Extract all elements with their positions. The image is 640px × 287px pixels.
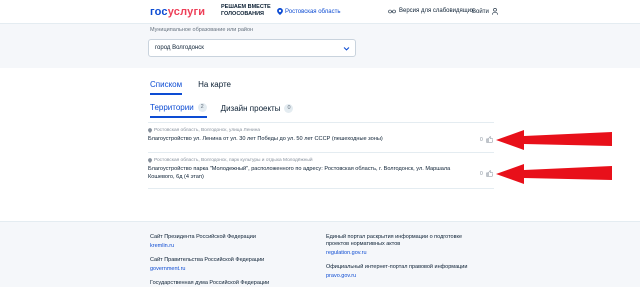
tab-design-projects-label: Дизайн проекты — [220, 104, 281, 113]
tab-territories[interactable]: Территории 2 — [150, 103, 207, 118]
chevron-down-icon — [343, 47, 350, 51]
like-button[interactable]: 0 — [480, 170, 493, 177]
item-location: Ростовская область, Волгодонск, парк кул… — [148, 158, 494, 163]
like-count: 0 — [480, 136, 483, 143]
divider — [148, 152, 494, 153]
item-location-text: Ростовская область, Волгодонск, парк кул… — [154, 158, 313, 163]
municipality-filter-label: Муниципальное образование или район — [150, 27, 254, 33]
slogan-line-2: Голосования — [221, 11, 264, 17]
footer-column-left: Сайт Президента Российской Федерации kre… — [150, 234, 300, 287]
item-location-text: Ростовская область, Волгодонск, улица Ле… — [154, 128, 261, 133]
location-pin-icon — [148, 128, 152, 133]
tab-design-projects-count: 0 — [284, 104, 294, 113]
footer-link[interactable]: kremlin.ru — [150, 243, 300, 250]
login-label: Войти — [472, 8, 489, 15]
top-bar: госуслуги Решаем вместе Голосования Рост… — [0, 0, 640, 24]
municipality-select-value: город Волгодонск — [155, 45, 204, 51]
footer: Сайт Президента Российской Федерации kre… — [0, 221, 640, 287]
like-count: 0 — [480, 170, 483, 177]
tab-design-projects[interactable]: Дизайн проекты 0 — [221, 103, 294, 118]
login-button[interactable]: Войти — [472, 8, 498, 15]
tab-territories-count: 2 — [197, 103, 207, 112]
footer-text: Государственная дума Российской Федераци… — [150, 280, 270, 286]
category-tabs: Территории 2 Дизайн проекты 0 — [150, 103, 294, 118]
footer-text: Единый портал раскрытия информации о под… — [326, 234, 463, 247]
divider — [148, 188, 494, 189]
vision-label: Версия для слабовидящих — [399, 8, 475, 14]
slogan: Решаем вместе Голосования — [221, 4, 271, 18]
logo-part-1: гос — [150, 6, 168, 18]
location-pin-icon — [277, 8, 283, 15]
vision-impaired-link[interactable]: Версия для слабовидящих — [388, 8, 474, 14]
footer-link[interactable]: regulation.gov.ru — [326, 250, 476, 257]
thumbs-up-icon — [486, 136, 493, 143]
footer-text: Сайт Президента Российской Федерации — [150, 234, 256, 240]
list-item: Ростовская область, Волгодонск, парк кул… — [148, 158, 494, 181]
item-title-link[interactable]: Благоустройство ул. Ленина от ул. 30 лет… — [148, 135, 468, 143]
item-title-link[interactable]: Благоустройство парка "Молодежный", расп… — [148, 165, 468, 181]
footer-text: Сайт Правительства Российской Федерации — [150, 257, 265, 263]
municipality-filter-area: Муниципальное образование или район горо… — [0, 24, 640, 68]
thumbs-up-icon — [486, 170, 493, 177]
like-button[interactable]: 0 — [480, 136, 493, 143]
tab-list[interactable]: Списком — [150, 80, 183, 95]
slogan-line-1: Решаем вместе — [221, 4, 271, 10]
user-icon — [491, 8, 498, 15]
logo-part-2: услуги — [167, 6, 206, 18]
annotation-arrow — [496, 164, 612, 184]
municipality-select[interactable]: город Волгодонск — [148, 39, 356, 57]
tab-map[interactable]: На карте — [198, 80, 231, 95]
gosuslugi-logo[interactable]: госуслуги — [150, 6, 205, 18]
region-selector[interactable]: Ростовская область — [277, 8, 340, 15]
divider — [148, 122, 494, 123]
annotation-arrow — [496, 130, 612, 150]
list-item: Ростовская область, Волгодонск, улица Ле… — [148, 128, 494, 143]
item-location: Ростовская область, Волгодонск, улица Ле… — [148, 128, 494, 133]
view-tabs: Списком На карте — [150, 80, 231, 95]
footer-link[interactable]: pravo.gov.ru — [326, 273, 476, 280]
glasses-icon — [388, 9, 396, 13]
footer-link[interactable]: government.ru — [150, 266, 300, 273]
footer-column-right: Единый портал раскрытия информации о под… — [326, 234, 476, 287]
location-pin-icon — [148, 158, 152, 163]
region-label: Ростовская область — [285, 8, 341, 15]
footer-text: Официальный интернет-портал правовой инф… — [326, 264, 468, 270]
tab-territories-label: Территории — [150, 103, 194, 112]
